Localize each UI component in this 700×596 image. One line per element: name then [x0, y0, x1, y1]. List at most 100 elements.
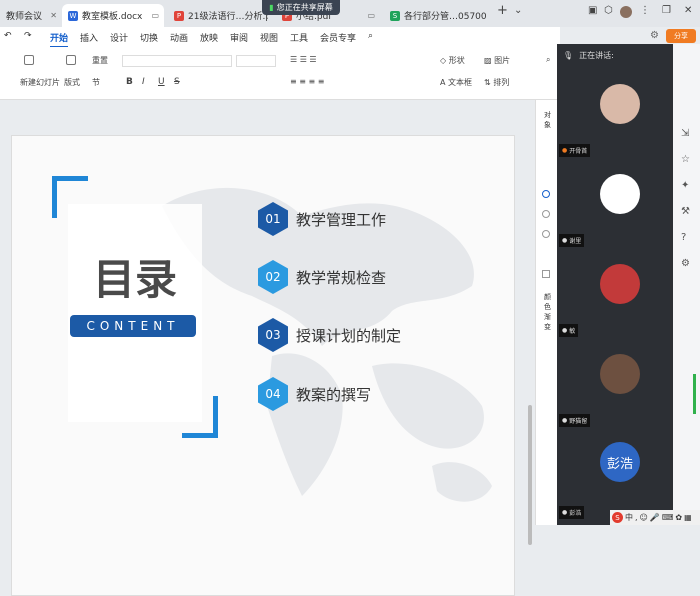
- screen-share-banner[interactable]: ▮ 您正在共享屏幕: [262, 0, 340, 15]
- textbox-button[interactable]: A 文本框: [440, 77, 472, 88]
- mic-icon: ●: [562, 417, 568, 424]
- font-size-select[interactable]: [236, 55, 276, 67]
- close-window-icon[interactable]: ✕: [684, 5, 692, 16]
- word-icon: W: [68, 10, 78, 21]
- picture-button[interactable]: ▨ 图片: [484, 55, 510, 66]
- menu-member[interactable]: 会员专享: [320, 31, 356, 44]
- shape-button[interactable]: ◇ 形状: [440, 55, 465, 66]
- keyboard-icon[interactable]: ⌨: [662, 513, 674, 522]
- font-name-select[interactable]: [122, 55, 232, 67]
- new-slide-icon[interactable]: [24, 55, 36, 65]
- close-icon[interactable]: ✕: [50, 11, 57, 20]
- settings-icon[interactable]: ⚙: [650, 30, 659, 41]
- pane-label-object: 对象: [544, 111, 551, 129]
- layout-button[interactable]: 版式: [64, 77, 80, 88]
- mic-icon: ●: [562, 327, 568, 334]
- arrange-icon: ⇅: [484, 78, 491, 87]
- find-icon[interactable]: ⌕: [546, 55, 550, 65]
- radio-option[interactable]: [542, 210, 550, 218]
- vertical-scrollbar[interactable]: [528, 405, 532, 545]
- strike-button[interactable]: S: [174, 77, 180, 87]
- bullet-list-icon[interactable]: ☰ ☰ ☰: [290, 55, 317, 64]
- shape-label: 形状: [448, 56, 465, 65]
- participant-avatar[interactable]: [600, 84, 640, 124]
- expand-icon[interactable]: ⇲: [681, 128, 689, 139]
- ime-logo[interactable]: S: [612, 512, 623, 523]
- arrange-button[interactable]: ⇅ 排列: [484, 77, 509, 88]
- participant-name: 野猫留: [569, 418, 588, 425]
- redo-icon[interactable]: ↷: [24, 31, 32, 41]
- slide-canvas[interactable]: 目录 CONTENT 01 教学管理工作 02 教学常规检查 03 授课计划的制…: [11, 135, 515, 596]
- animation-icon[interactable]: ✦: [681, 180, 689, 191]
- mic-icon[interactable]: 🎤: [650, 513, 660, 522]
- tab-docx[interactable]: W 教室模板.docx ▭: [62, 4, 164, 27]
- toc-number-hexagon: 04: [258, 377, 288, 411]
- underline-button[interactable]: U: [158, 77, 165, 87]
- grid-icon[interactable]: ▦: [684, 513, 692, 522]
- toc-item: 01 教学管理工作: [258, 202, 386, 236]
- emoji-icon[interactable]: ☺: [640, 513, 648, 522]
- participant-avatar[interactable]: [600, 354, 640, 394]
- tab-sheet[interactable]: S 各行部分管…05700: [384, 4, 488, 27]
- cube-icon[interactable]: ⬡: [604, 5, 613, 16]
- mic-icon: ●: [562, 237, 568, 244]
- search-icon[interactable]: ⌕: [368, 31, 373, 41]
- property-pane: 对象 颜色 渐变: [535, 100, 557, 525]
- user-avatar[interactable]: [620, 6, 632, 18]
- tab-label: 教师会议: [6, 12, 43, 22]
- tools-icon[interactable]: ⚒: [681, 206, 690, 217]
- star-icon[interactable]: ☆: [681, 154, 690, 165]
- settings-icon[interactable]: ⚙: [681, 258, 690, 269]
- participant-avatar[interactable]: [600, 174, 640, 214]
- help-icon[interactable]: ?: [681, 232, 686, 243]
- browser-tab-bar: 教师会议 ✕ W 教室模板.docx ▭ P 21级法语行…分析.pdf P 小…: [0, 0, 700, 27]
- toc-item: 02 教学常规检查: [258, 260, 386, 294]
- toc-item: 04 教案的撰写: [258, 377, 371, 411]
- minimize-tab-icon[interactable]: ▭: [367, 11, 375, 20]
- section-button[interactable]: 节: [92, 77, 100, 88]
- layout-icon[interactable]: ▣: [588, 5, 597, 16]
- bold-button[interactable]: B: [126, 77, 133, 87]
- radio-option[interactable]: [542, 190, 550, 198]
- toc-item: 03 授课计划的制定: [258, 318, 401, 352]
- align-icon[interactable]: ≡ ≡ ≡ ≡: [290, 77, 324, 86]
- menu-design[interactable]: 设计: [110, 31, 128, 44]
- share-button[interactable]: 分享: [666, 29, 696, 43]
- meeting-panel: 🎙 正在讲话: ● 开骨首 ● 谢里 ● 敏 ● 野猫留 彭浩 ● 彭浩: [557, 44, 673, 525]
- radio-option[interactable]: [542, 230, 550, 238]
- menu-review[interactable]: 审阅: [230, 31, 248, 44]
- menu-home[interactable]: 开始: [50, 31, 69, 48]
- arrange-label: 排列: [493, 78, 510, 87]
- participant-avatar[interactable]: [600, 264, 640, 304]
- punctuation-icon[interactable]: ,: [635, 513, 638, 522]
- tab-pdf-analysis[interactable]: P 21级法语行…分析.pdf: [168, 4, 268, 27]
- layout-icon[interactable]: [66, 55, 78, 65]
- new-slide-button[interactable]: 新建幻灯片: [20, 77, 60, 88]
- chevron-down-icon[interactable]: ⌄: [514, 5, 522, 16]
- picture-label: 图片: [494, 56, 511, 65]
- participant-avatar[interactable]: 彭浩: [600, 442, 640, 482]
- ribbon-toolbar: 新建幻灯片 版式 重置 节 B I U S ☰ ☰ ☰ ≡ ≡ ≡ ≡ ◇ 形状…: [0, 47, 560, 100]
- minimize-tab-icon[interactable]: ▭: [151, 11, 159, 20]
- menu-tools[interactable]: 工具: [290, 31, 308, 44]
- textbox-label: 文本框: [448, 78, 473, 87]
- toc-number-hexagon: 03: [258, 318, 288, 352]
- tab-meeting[interactable]: 教师会议 ✕: [0, 4, 62, 27]
- menu-view[interactable]: 视图: [260, 31, 278, 44]
- restore-icon[interactable]: ❐: [662, 5, 671, 16]
- menu-animation[interactable]: 动画: [170, 31, 188, 44]
- microphone-icon: 🎙: [563, 50, 574, 60]
- skin-icon[interactable]: ✿: [675, 513, 682, 522]
- tab-label: 教室模板.docx: [82, 12, 143, 22]
- menu-insert[interactable]: 插入: [80, 31, 98, 44]
- menu-slideshow[interactable]: 放映: [200, 31, 218, 44]
- add-tab-button[interactable]: +: [497, 3, 508, 18]
- undo-icon[interactable]: ↶: [4, 31, 12, 41]
- menu-transition[interactable]: 切换: [140, 31, 158, 44]
- checkbox[interactable]: [542, 270, 550, 278]
- ime-mode[interactable]: 中: [625, 512, 633, 523]
- right-sidebar: ⇲ ☆ ✦ ⚒ ? ⚙: [673, 44, 700, 525]
- italic-button[interactable]: I: [142, 77, 145, 87]
- more-icon[interactable]: ⋮: [640, 5, 650, 16]
- reset-button[interactable]: 重置: [92, 55, 108, 66]
